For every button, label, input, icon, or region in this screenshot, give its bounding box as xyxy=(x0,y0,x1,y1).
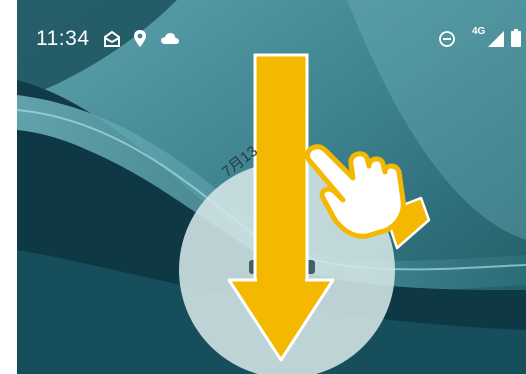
lockscreen-frame: 11:34 4G 7月13 xyxy=(17,0,526,374)
gesture-overlay xyxy=(179,53,431,374)
